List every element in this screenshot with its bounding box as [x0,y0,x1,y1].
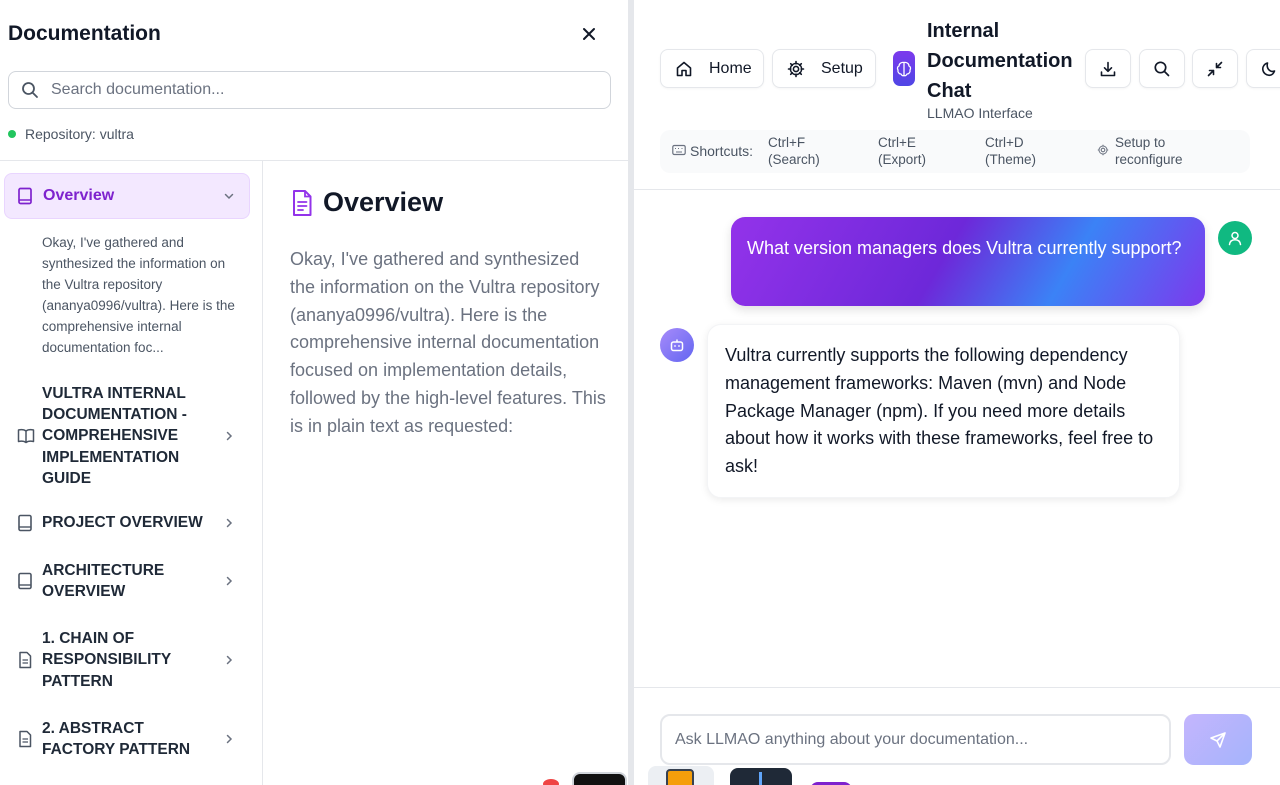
chat-header: Home Setup Internal Documentation Chat L… [634,0,1280,190]
chat-input[interactable] [660,714,1171,765]
book-icon [17,187,33,205]
home-icon [675,60,693,78]
moon-icon [1260,60,1278,78]
gear-icon [787,60,805,78]
repository-label: Repository: vultra [25,126,134,142]
download-icon [1099,60,1117,78]
brain-icon [893,51,915,86]
setup-label: Setup [821,59,863,77]
minimize-button[interactable] [1192,49,1238,88]
overview-excerpt: Okay, I've gathered and synthesized the … [42,235,235,355]
sidebar-item-label: 1. CHAIN OF RESPONSIBILITY PATTERN [42,630,171,690]
chevron-right-icon [223,575,235,587]
sidebar-item-overview[interactable]: Overview [4,173,250,219]
content-header: Overview [290,187,443,218]
file-text-icon [17,651,33,669]
shortcut-reconfigure: Setup to reconfigure [1115,135,1183,167]
home-label: Home [709,59,752,77]
assistant-message: Vultra currently supports the following … [707,324,1180,498]
sidebar-item-project-overview[interactable]: PROJECT OVERVIEW [0,511,262,535]
chat-title: Internal Documentation Chat [927,20,1073,102]
documentation-content: Overview Okay, I've gathered and synthes… [264,161,628,785]
theme-toggle-button[interactable] [1246,49,1280,88]
search-button[interactable] [1139,49,1185,88]
shortcut-theme: Ctrl+D (Theme) [985,135,1037,167]
sidebar-item-abstract-factory[interactable]: 2. ABSTRACT FACTORY PATTERN [0,717,262,761]
book-icon [17,514,33,532]
chevron-right-icon [223,733,235,745]
chat-subtitle: LLMAO Interface [927,105,1033,121]
minimize-icon [1206,60,1224,78]
dock-app-terminal[interactable] [572,772,627,785]
shortcuts-bar: Shortcuts: Ctrl+F (Search) Ctrl+E (Expor… [660,130,1250,173]
dock-app-iphone-mirroring[interactable] [648,766,714,785]
sidebar-item-label: Overview [43,187,115,204]
shortcut-search: Ctrl+F (Search) [768,135,820,167]
search-icon [1153,60,1171,78]
close-icon [581,26,597,42]
send-button[interactable] [1184,714,1252,765]
content-body: Okay, I've gathered and synthesized the … [290,249,606,436]
chevron-right-icon [223,517,235,529]
shortcuts-label: Shortcuts: [690,143,754,159]
user-icon [1227,230,1243,246]
content-heading: Overview [323,187,444,217]
sidebar-item-chain-of-responsibility[interactable]: 1. CHAIN OF RESPONSIBILITY PATTERN [0,627,262,693]
repository-indicator: Repository: vultra [8,126,134,142]
repo-status-dot [8,130,16,138]
dock-app-instruments[interactable] [730,768,792,785]
file-text-icon [17,730,33,748]
close-documentation-button[interactable] [576,21,602,47]
assistant-avatar [660,328,694,362]
gear-icon [1097,144,1109,156]
user-avatar [1218,221,1252,255]
documentation-search-input[interactable] [51,81,591,99]
search-icon [21,81,39,99]
chat-panel: Home Setup Internal Documentation Chat L… [634,0,1280,785]
bot-icon [669,337,685,353]
book-open-icon [17,428,35,444]
send-icon [1209,731,1227,749]
user-message: What version managers does Vultra curren… [731,217,1205,306]
book-icon [17,572,33,590]
chevron-down-icon [223,190,235,202]
documentation-panel: Documentation Repository: vultra Overvie [0,0,628,785]
file-text-icon [290,189,314,217]
documentation-search[interactable] [8,71,611,109]
shortcut-export: Ctrl+E (Export) [878,135,927,167]
sidebar-item-label: VULTRA INTERNAL DOCUMENTATION - COMPREHE… [42,384,187,487]
dock-notification-badge [543,779,559,785]
sidebar-item-architecture-overview[interactable]: ARCHITECTURE OVERVIEW [0,559,262,603]
chevron-right-icon [223,654,235,666]
chevron-right-icon [223,430,235,442]
sidebar-item-label: 2. ABSTRACT FACTORY PATTERN [42,719,191,758]
keyboard-icon [672,144,686,156]
app-window: Documentation Repository: vultra Overvie [0,0,1280,785]
setup-button[interactable]: Setup [772,49,876,88]
documentation-title: Documentation [8,22,161,45]
export-button[interactable] [1085,49,1131,88]
sidebar-item-label: PROJECT OVERVIEW [42,514,203,532]
sidebar-item-vultra-internal-docs[interactable]: VULTRA INTERNAL DOCUMENTATION - COMPREHE… [0,381,262,491]
documentation-sidebar: Overview Okay, I've gathered and synthes… [0,161,263,785]
home-button[interactable]: Home [660,49,764,88]
sidebar-item-label: ARCHITECTURE OVERVIEW [42,561,165,600]
